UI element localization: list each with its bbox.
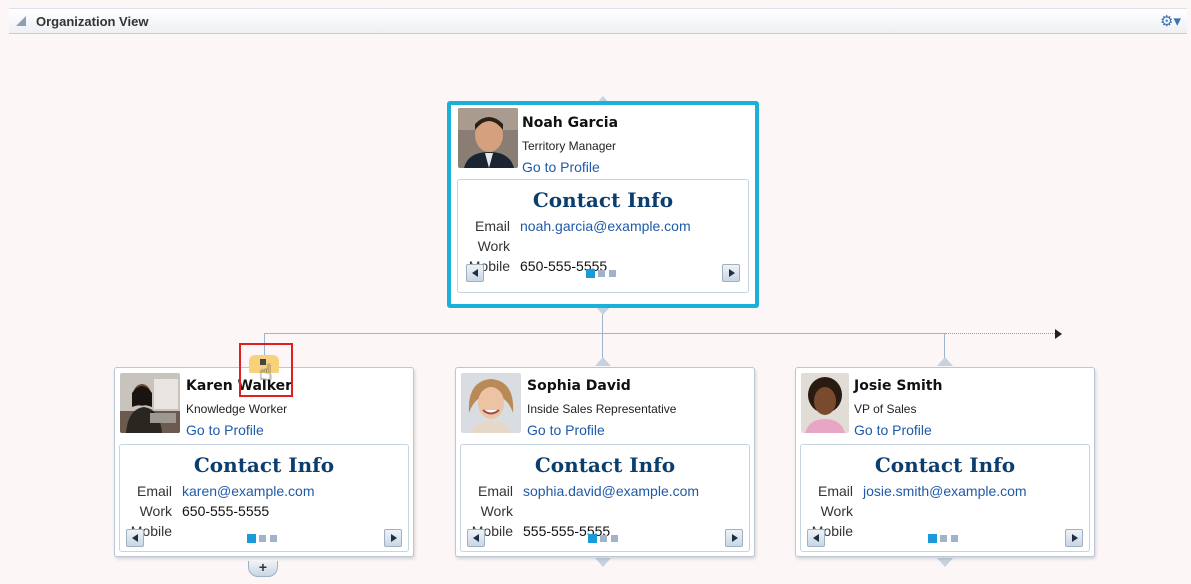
contact-info-panel: Contact Info Email josie.smith@example.c… xyxy=(800,444,1090,552)
page-dot[interactable] xyxy=(270,535,277,542)
work-label: Work xyxy=(820,503,853,519)
email-label: Email xyxy=(136,483,172,499)
expand-children-button[interactable]: + xyxy=(248,560,278,577)
work-label: Work xyxy=(477,238,510,254)
chevron-right-icon xyxy=(732,534,738,542)
avatar xyxy=(461,373,521,433)
node-pin-icon xyxy=(595,357,611,366)
work-label: Work xyxy=(480,503,513,519)
node-pin-icon xyxy=(937,558,953,567)
node-pin-icon xyxy=(937,357,953,366)
employee-role: VP of Sales xyxy=(854,402,917,416)
drag-handle-highlight[interactable]: ☝ xyxy=(239,343,293,397)
contact-info-heading: Contact Info xyxy=(874,453,1016,477)
email-value[interactable]: noah.garcia@example.com xyxy=(520,218,691,234)
page-dot-active[interactable] xyxy=(928,534,937,543)
node-pin-icon xyxy=(595,558,611,567)
next-page-button[interactable] xyxy=(722,264,740,282)
go-to-profile-link[interactable]: Go to Profile xyxy=(854,422,932,438)
chevron-left-icon xyxy=(473,534,479,542)
chevron-left-icon xyxy=(472,269,478,277)
go-to-profile-link[interactable]: Go to Profile xyxy=(522,159,600,175)
connector-horizontal xyxy=(264,333,945,334)
email-label: Email xyxy=(477,483,513,499)
panel-title: Organization View xyxy=(36,14,149,29)
contact-info-heading: Contact Info xyxy=(534,453,676,477)
email-value[interactable]: josie.smith@example.com xyxy=(863,483,1027,499)
previous-page-button[interactable] xyxy=(466,264,484,282)
gear-icon[interactable]: ⚙▾ xyxy=(1160,12,1181,30)
employee-name: Josie Smith xyxy=(854,378,943,394)
contact-info-panel: Contact Info Email sophia.david@example.… xyxy=(460,444,750,552)
page-dot-active[interactable] xyxy=(247,534,256,543)
panel-header: Organization View ⚙▾ xyxy=(9,8,1187,34)
chevron-right-icon xyxy=(1072,534,1078,542)
go-to-profile-link[interactable]: Go to Profile xyxy=(186,422,264,438)
next-page-button[interactable] xyxy=(725,529,743,547)
page-dot[interactable] xyxy=(609,270,616,277)
more-peers-connector xyxy=(945,333,1055,334)
collapse-triangle-icon[interactable] xyxy=(16,16,26,26)
contact-info-heading: Contact Info xyxy=(193,453,335,477)
previous-page-button[interactable] xyxy=(126,529,144,547)
avatar xyxy=(120,373,180,433)
page-dot[interactable] xyxy=(259,535,266,542)
page-dot[interactable] xyxy=(940,535,947,542)
go-to-profile-link[interactable]: Go to Profile xyxy=(527,422,605,438)
avatar xyxy=(458,108,518,168)
contact-info-heading: Contact Info xyxy=(532,188,674,212)
page-dot[interactable] xyxy=(598,270,605,277)
employee-card-sophia-david[interactable]: Sophia David Inside Sales Representative… xyxy=(455,367,755,557)
avatar xyxy=(801,373,849,433)
hand-cursor-icon: ☝ xyxy=(259,361,273,386)
previous-page-button[interactable] xyxy=(467,529,485,547)
page-dot-active[interactable] xyxy=(588,534,597,543)
employee-card-josie-smith[interactable]: Josie Smith VP of Sales Go to Profile Co… xyxy=(795,367,1095,557)
contact-info-panel: Contact Info Email noah.garcia@example.c… xyxy=(457,179,749,293)
email-value[interactable]: sophia.david@example.com xyxy=(523,483,699,499)
page-dot-active[interactable] xyxy=(586,269,595,278)
work-value: 650-555-5555 xyxy=(182,503,270,519)
email-label: Email xyxy=(817,483,853,499)
email-label: Email xyxy=(474,218,510,234)
employee-role: Knowledge Worker xyxy=(186,402,288,416)
page-dot[interactable] xyxy=(600,535,607,542)
next-page-button[interactable] xyxy=(384,529,402,547)
chevron-left-icon xyxy=(132,534,138,542)
employee-role: Territory Manager xyxy=(522,139,617,153)
work-label: Work xyxy=(139,503,172,519)
chevron-left-icon xyxy=(813,534,819,542)
mobile-value: 555-555-5555 xyxy=(523,523,611,539)
employee-card-noah-garcia[interactable]: Noah Garcia Territory Manager Go to Prof… xyxy=(447,101,759,308)
email-value[interactable]: karen@example.com xyxy=(182,483,315,499)
next-page-button[interactable] xyxy=(1065,529,1083,547)
previous-page-button[interactable] xyxy=(807,529,825,547)
chevron-right-icon xyxy=(729,269,735,277)
page-dot[interactable] xyxy=(951,535,958,542)
arrow-right-icon[interactable] xyxy=(1055,329,1062,339)
employee-name: Noah Garcia xyxy=(522,115,619,131)
contact-info-panel: Contact Info Email karen@example.com Wor… xyxy=(119,444,409,552)
page-dot[interactable] xyxy=(611,535,618,542)
employee-name: Sophia David xyxy=(527,378,631,394)
chevron-right-icon xyxy=(391,534,397,542)
employee-role: Inside Sales Representative xyxy=(527,402,677,416)
